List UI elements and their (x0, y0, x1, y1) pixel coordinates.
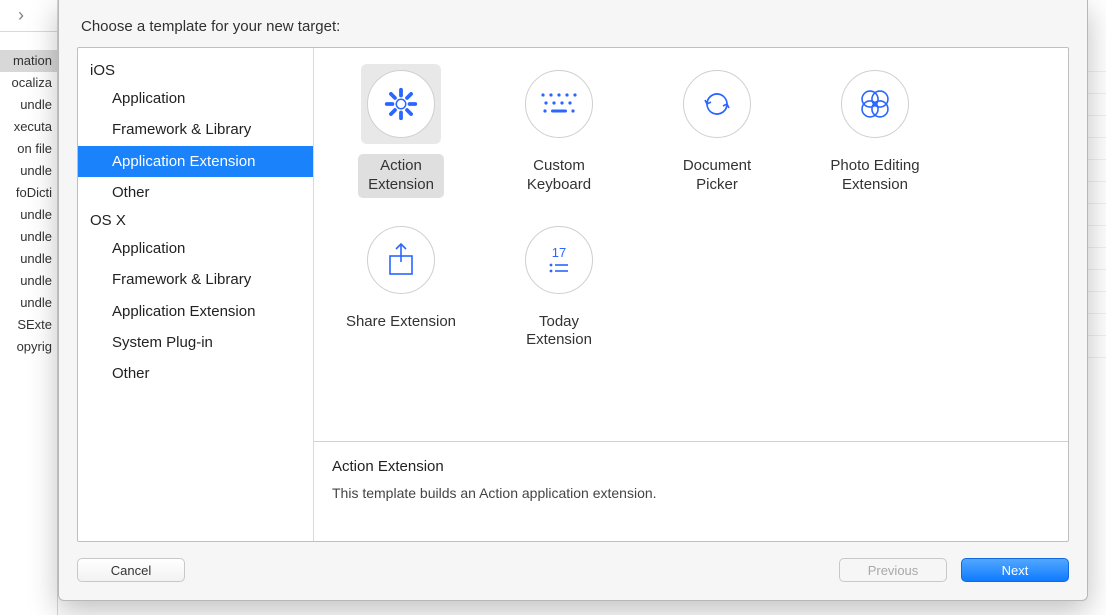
background-list-item[interactable]: undle (0, 248, 58, 270)
template-grid: Action Extension Custom Keyboard Document … (314, 48, 1068, 441)
background-list-item[interactable]: opyrig (0, 336, 58, 358)
template-tile[interactable]: Custom Keyboard (480, 64, 638, 198)
sidebar-item[interactable]: Application (78, 83, 313, 114)
template-tile[interactable]: Photo Editing Extension (796, 64, 954, 198)
keyboard-icon (525, 70, 593, 138)
template-label: Photo Editing Extension (820, 154, 929, 198)
new-target-sheet: Choose a template for your new target: i… (58, 0, 1088, 601)
background-list-item[interactable]: undle (0, 226, 58, 248)
background-list-item[interactable]: on file (0, 138, 58, 160)
sidebar-group-header: OS X (78, 208, 313, 233)
template-label: Share Extension (336, 310, 466, 335)
cancel-button[interactable]: Cancel (77, 558, 185, 582)
sheet-title: Choose a template for your new target: (81, 18, 1069, 35)
background-list-item[interactable]: undle (0, 292, 58, 314)
background-list-item[interactable]: xecuta (0, 116, 58, 138)
description-title: Action Extension (332, 458, 1050, 475)
template-label: Today Extension (516, 310, 602, 354)
background-list-item[interactable]: undle (0, 270, 58, 292)
description-text: This template builds an Action applicati… (332, 485, 1050, 501)
sidebar-item[interactable]: Application Extension (78, 146, 313, 177)
background-list-item[interactable]: foDicti (0, 182, 58, 204)
button-row: Cancel Previous Next (77, 558, 1069, 582)
sidebar-item[interactable]: Framework & Library (78, 264, 313, 295)
sidebar-item[interactable]: Application (78, 233, 313, 264)
template-tile[interactable]: 17 Today Extension (480, 220, 638, 354)
background-list-item[interactable]: ocaliza (0, 72, 58, 94)
template-main: Action Extension Custom Keyboard Document … (314, 48, 1068, 541)
template-label: Action Extension (358, 154, 444, 198)
sidebar-group-header: iOS (78, 58, 313, 83)
refresh-icon (683, 70, 751, 138)
sidebar-item[interactable]: System Plug-in (78, 327, 313, 358)
template-description: Action Extension This template builds an… (314, 441, 1068, 541)
share-icon (367, 226, 435, 294)
background-list-item[interactable]: SExte (0, 314, 58, 336)
background-list-item[interactable]: undle (0, 160, 58, 182)
background-list-item[interactable]: undle (0, 94, 58, 116)
next-button[interactable]: Next (961, 558, 1069, 582)
background-panel: › mationocalizaundlexecutaon fileundlefo… (0, 0, 58, 615)
background-topbar: › (0, 0, 57, 32)
template-label: Document Picker (673, 154, 761, 198)
chevron-right-icon[interactable]: › (18, 5, 24, 26)
template-label: Custom Keyboard (517, 154, 601, 198)
today-icon: 17 (525, 226, 593, 294)
svg-text:17: 17 (552, 245, 566, 260)
template-tile[interactable]: Share Extension (322, 220, 480, 354)
gear-icon (367, 70, 435, 138)
template-tile[interactable]: Document Picker (638, 64, 796, 198)
background-list: mationocalizaundlexecutaon fileundlefoDi… (0, 50, 58, 358)
sidebar-item[interactable]: Other (78, 177, 313, 208)
previous-button[interactable]: Previous (839, 558, 947, 582)
content-box: iOSApplicationFramework & LibraryApplica… (77, 47, 1069, 542)
sidebar-item[interactable]: Framework & Library (78, 114, 313, 145)
category-sidebar: iOSApplicationFramework & LibraryApplica… (78, 48, 314, 541)
sidebar-item[interactable]: Other (78, 358, 313, 389)
template-tile[interactable]: Action Extension (322, 64, 480, 198)
background-list-item[interactable]: mation (0, 50, 58, 72)
flower-icon (841, 70, 909, 138)
background-list-item[interactable]: undle (0, 204, 58, 226)
sidebar-item[interactable]: Application Extension (78, 296, 313, 327)
